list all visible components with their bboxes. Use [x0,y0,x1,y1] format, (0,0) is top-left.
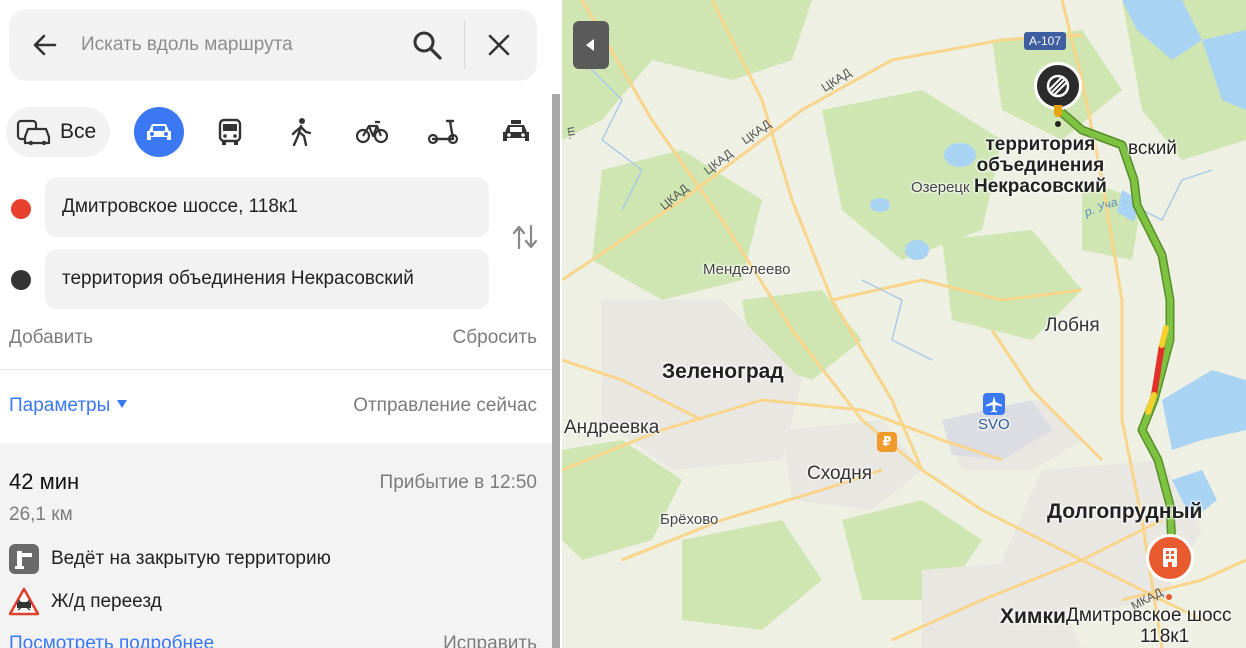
scooter-icon [427,119,459,145]
report-error-link[interactable]: Исправить [443,633,537,648]
place-label-lobnya: Лобня [1045,315,1100,336]
building-icon [1163,548,1177,567]
road-label-sh: ш. [564,125,581,141]
place-label-skhodnya: Сходня [807,463,873,484]
place-label-dolgoprudny: Долгопрудный [1047,500,1203,523]
route-duration: 42 мин [9,469,80,494]
start-point-dot [11,199,31,219]
route-details-link[interactable]: Посмотреть подробнее [9,633,214,648]
route-search-input[interactable] [81,27,381,63]
plane-icon [986,396,1002,413]
arrival-time: Прибытие в 12:50 [379,472,537,493]
mode-bike-button[interactable] [347,107,397,157]
mode-car-button[interactable] [134,107,184,157]
end-point-field[interactable]: территория объединения Некрасовский [45,249,489,309]
mode-all-label: Все [60,120,97,143]
close-icon[interactable] [487,33,511,57]
start-point-text: Дмитровское шоссе, 118к1 [62,196,298,217]
route-start-pin[interactable] [1146,534,1194,582]
start-point-field[interactable]: Дмитровское шоссе, 118к1 [45,177,489,237]
search-icon[interactable] [411,29,443,61]
route-end-label: территория объединения Некрасовский [974,134,1107,197]
place-label-svo: SVO [978,416,1010,433]
section-divider [0,369,552,370]
caret-down-icon [117,400,128,408]
taxi-icon [503,120,529,141]
warning-closed-territory-text: Ведёт на закрытую территорию [51,548,331,569]
swap-points-icon[interactable] [510,222,540,252]
add-point-link[interactable]: Добавить [9,327,93,349]
end-point-text: территория объединения Некрасовский [62,268,414,289]
airport-icon[interactable] [983,393,1005,415]
bus-icon [218,118,242,145]
route-search-bar [9,9,537,81]
mode-walk-button[interactable] [276,107,326,157]
mode-all-button[interactable]: Все [6,107,110,157]
pedestrian-icon [291,118,312,147]
end-point-dot [11,270,31,290]
route-result-card[interactable]: 42 мин Прибытие в 12:50 26,1 км Ведёт на… [0,443,552,648]
all-transport-icon [16,119,51,146]
back-arrow-icon[interactable] [31,31,59,59]
finish-flag-icon [1046,74,1070,98]
route-distance: 26,1 км [9,504,73,525]
bicycle-icon [355,120,389,144]
mode-scooter-button[interactable] [418,107,468,157]
route-panel: Все [0,0,562,648]
place-label-mendeleevo: Менделеево [703,261,791,278]
departure-time-selector[interactable]: Отправление сейчас [353,395,537,417]
parameters-label: Параметры [9,395,111,416]
place-label-zelenograd: Зеленоград [662,360,784,383]
mode-bus-button[interactable] [205,107,255,157]
place-label-ozeretskoe: Озерецк [911,179,970,196]
collapse-panel-button[interactable] [573,21,609,69]
map-view[interactable]: А-107 ЦКАД ЦКАД ЦКАД ЦКАД ш. р. Уча МКАД… [562,0,1246,648]
transport-mode-bar: Все [6,107,562,157]
route-start-label-2: 118к1 [1140,626,1190,647]
reset-route-link[interactable]: Сбросить [453,327,537,349]
panel-scrollbar[interactable] [552,94,560,648]
search-divider [464,21,465,69]
place-label-brekhovo: Брёхово [660,511,719,528]
road-shield-a107: А-107 [1024,32,1067,50]
mode-taxi-button[interactable] [491,107,541,157]
route-end-label-tail: вский [1128,138,1177,159]
barrier-icon [9,544,39,574]
railway-crossing-icon [9,587,39,616]
route-start-label: Дмитровское шосс [1066,605,1232,626]
warning-railway-crossing-text: Ж/д переезд [51,591,162,612]
map-canvas [562,0,1246,648]
place-label-andreevka: Андреевка [564,417,660,438]
route-end-pin[interactable] [1034,62,1082,117]
car-icon [147,124,171,140]
toll-ruble-icon[interactable]: ₽ [877,432,897,452]
place-label-khimki: Химки [1000,605,1066,628]
parameters-toggle[interactable]: Параметры [9,395,128,417]
